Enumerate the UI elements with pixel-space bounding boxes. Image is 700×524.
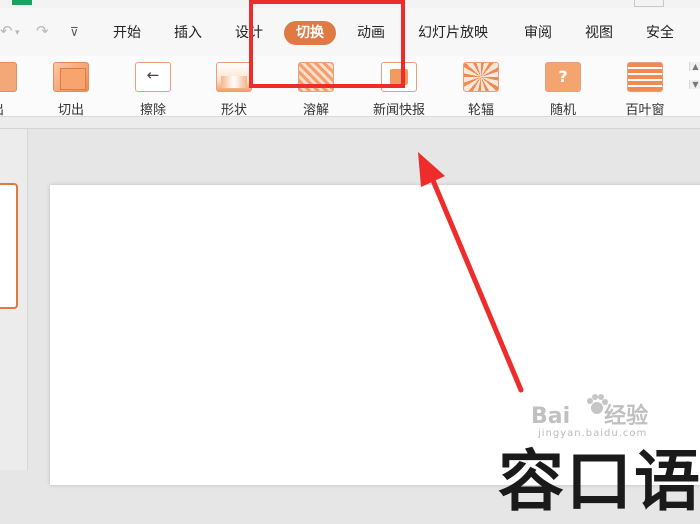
baidu-paw-icon — [587, 394, 608, 414]
watermark-brand-text-2: 经验 — [604, 404, 649, 429]
watermark-url: jingyan.baidu.com — [538, 428, 648, 439]
watermark-brand-text: Bai — [531, 404, 571, 429]
